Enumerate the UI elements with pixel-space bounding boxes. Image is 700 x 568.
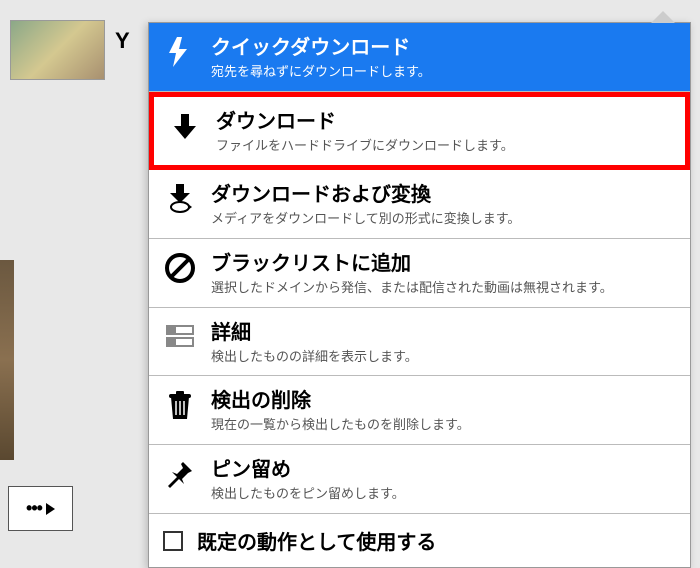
menu-item-desc: メディアをダウンロードして別の形式に変換します。	[211, 211, 678, 228]
blacklist-icon	[161, 249, 199, 287]
details-icon	[161, 318, 199, 356]
menu-arrow-icon	[651, 11, 675, 23]
title-fragment: Y	[115, 28, 130, 54]
trash-icon	[161, 386, 199, 424]
menu-item-title: 検出の削除	[211, 388, 678, 414]
lightning-download-icon	[161, 33, 199, 71]
pin-icon	[161, 455, 199, 493]
menu-item-desc: 選択したドメインから発信、または配信された動画は無視されます。	[211, 280, 678, 297]
menu-item-title: クイックダウンロード	[211, 35, 678, 61]
menu-item-title: ダウンロードおよび変換	[211, 182, 678, 208]
menu-item-desc: 検出したものの詳細を表示します。	[211, 349, 678, 366]
menu-item-pin[interactable]: ピン留め 検出したものをピン留めします。	[149, 445, 690, 514]
menu-item-details[interactable]: 詳細 検出したものの詳細を表示します。	[149, 308, 690, 377]
video-thumbnail	[10, 20, 105, 80]
menu-item-title: ピン留め	[211, 457, 678, 483]
menu-item-delete-detection[interactable]: 検出の削除 現在の一覧から検出したものを削除します。	[149, 376, 690, 445]
menu-item-desc: 現在の一覧から検出したものを削除します。	[211, 417, 678, 434]
menu-item-title: 詳細	[211, 320, 678, 346]
side-thumbnail-strip	[0, 260, 14, 460]
menu-item-desc: 宛先を尋ねずにダウンロードします。	[211, 64, 678, 81]
download-convert-icon	[161, 180, 199, 218]
download-arrow-icon	[166, 107, 204, 145]
menu-item-title: ブラックリストに追加	[211, 251, 678, 277]
menu-item-quick-download[interactable]: クイックダウンロード 宛先を尋ねずにダウンロードします。	[149, 23, 690, 92]
menu-item-blacklist[interactable]: ブラックリストに追加 選択したドメインから発信、または配信された動画は無視されま…	[149, 239, 690, 308]
context-menu: クイックダウンロード 宛先を尋ねずにダウンロードします。 ダウンロード ファイル…	[148, 22, 691, 568]
menu-item-title: ダウンロード	[216, 109, 673, 135]
play-triangle-icon	[46, 503, 55, 515]
menu-item-desc: ファイルをハードドライブにダウンロードします。	[216, 138, 673, 155]
menu-item-download-convert[interactable]: ダウンロードおよび変換 メディアをダウンロードして別の形式に変換します。	[149, 170, 690, 239]
menu-item-download[interactable]: ダウンロード ファイルをハードドライブにダウンロードします。	[149, 92, 690, 170]
more-dots-icon: •••	[26, 498, 42, 519]
more-button[interactable]: •••	[8, 486, 73, 531]
menu-item-desc: 検出したものをピン留めします。	[211, 486, 678, 503]
